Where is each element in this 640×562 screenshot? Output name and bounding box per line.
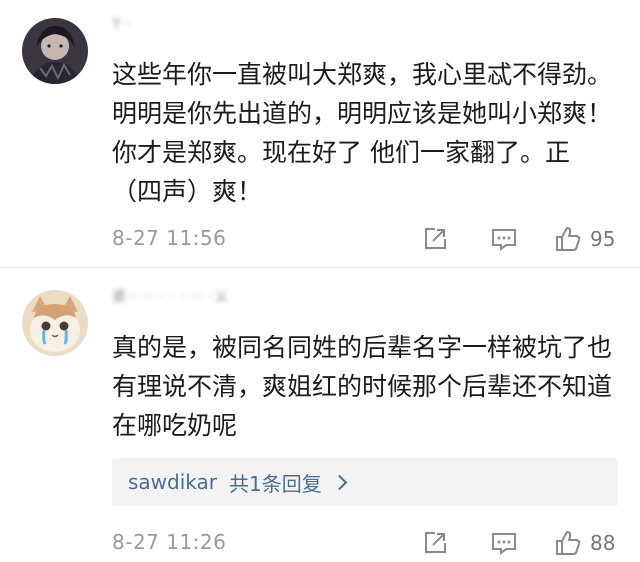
share-icon xyxy=(425,532,446,553)
avatar[interactable] xyxy=(22,18,88,84)
avatar[interactable] xyxy=(22,290,88,356)
like-button[interactable]: 88 xyxy=(554,528,615,558)
comment-meta: 8-27 11:26 88 xyxy=(112,528,622,558)
comment-item: 婆·· ·· · · · ·· ·乂 真的是，被同名同姓的后辈名字一样被坑了也有… xyxy=(0,268,640,562)
comment-item: Y·· 这些年你一直被叫大郑爽，我心里忒不得劲。明明是你先出道的，明明应该是她叫… xyxy=(0,0,640,268)
chevron-right-icon xyxy=(331,474,348,490)
comment-text: 这些年你一直被叫大郑爽，我心里忒不得劲。明明是你先出道的，明明应该是她叫小郑爽！… xyxy=(112,60,613,206)
like-button[interactable]: 95 xyxy=(554,224,615,254)
reply-preview[interactable]: sawdikar 共1条回复 xyxy=(112,458,618,506)
like-count: 95 xyxy=(590,227,616,251)
comment-text: 真的是，被同名同姓的后辈名字一样被坑了也有理说不清，爽姐红的时候那个后辈还不知道… xyxy=(112,333,613,440)
share-icon xyxy=(425,228,446,249)
thumbs-up-icon xyxy=(556,530,581,555)
share-button[interactable] xyxy=(422,224,448,254)
thumbs-up-icon xyxy=(556,226,581,251)
comment-meta: 8-27 11:56 95 xyxy=(112,224,622,254)
username[interactable]: 婆·· ·· · · · ·· ·乂 xyxy=(112,286,229,306)
comment-button[interactable] xyxy=(490,224,518,254)
comment-icon xyxy=(492,229,516,252)
comment-time: 8-27 11:56 xyxy=(112,226,227,250)
comment-time: 8-27 11:26 xyxy=(112,530,227,554)
username[interactable]: Y·· xyxy=(112,16,132,32)
share-button[interactable] xyxy=(422,528,448,558)
reply-username[interactable]: sawdikar xyxy=(128,470,217,494)
comment-button[interactable] xyxy=(490,528,518,558)
reply-count[interactable]: 共1条回复 xyxy=(229,468,322,497)
like-count: 88 xyxy=(590,531,616,555)
comment-icon xyxy=(492,533,516,556)
